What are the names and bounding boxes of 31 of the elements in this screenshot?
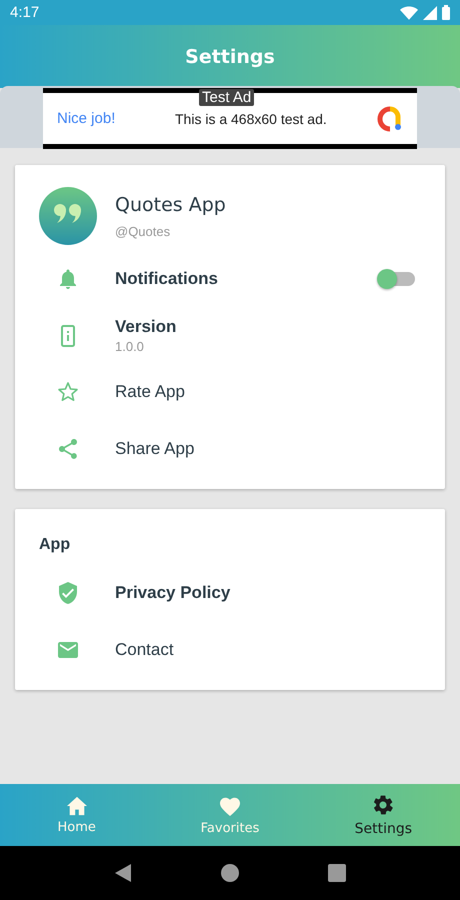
ad-headline: Nice job! — [57, 110, 116, 127]
signal-icon — [423, 6, 437, 20]
setting-label[interactable]: Share App — [115, 438, 194, 459]
setting-label[interactable]: Contact — [115, 640, 174, 660]
home-circle-icon[interactable] — [220, 864, 239, 882]
toggle-switch[interactable] — [379, 272, 415, 286]
battery-icon — [442, 5, 450, 20]
setting-label[interactable]: Notifications — [115, 269, 218, 290]
page-title: Settings — [185, 46, 275, 68]
home-icon — [66, 796, 88, 816]
recents-icon[interactable] — [328, 864, 346, 882]
wifi-icon — [400, 6, 418, 20]
app-handle: @Quotes — [115, 224, 172, 238]
settings-icon — [371, 793, 396, 817]
setting-label[interactable]: Rate App — [115, 382, 185, 402]
setting-label[interactable]: Version — [115, 317, 176, 338]
version-number: 1.0.0 — [115, 339, 145, 354]
ad-banner[interactable]: Test Ad Nice job! This is a 468x60 test ad. — [43, 88, 417, 149]
setting-label[interactable]: Privacy Policy — [115, 583, 230, 604]
app-logo-icon — [39, 187, 97, 245]
back-icon[interactable] — [114, 863, 132, 883]
status-time: 4:17 — [10, 4, 40, 21]
heart-icon — [218, 794, 242, 816]
section-title: App — [39, 535, 72, 555]
app-name: Quotes App — [115, 194, 226, 216]
shield-check-icon — [56, 581, 80, 606]
ad-text: This is a 468x60 test ad. — [175, 110, 328, 126]
test-ad-label: Test Ad — [199, 89, 254, 106]
ad-logo-icon — [377, 106, 403, 132]
share-icon — [56, 436, 80, 461]
nav-tab[interactable]: Settings — [306, 784, 460, 846]
